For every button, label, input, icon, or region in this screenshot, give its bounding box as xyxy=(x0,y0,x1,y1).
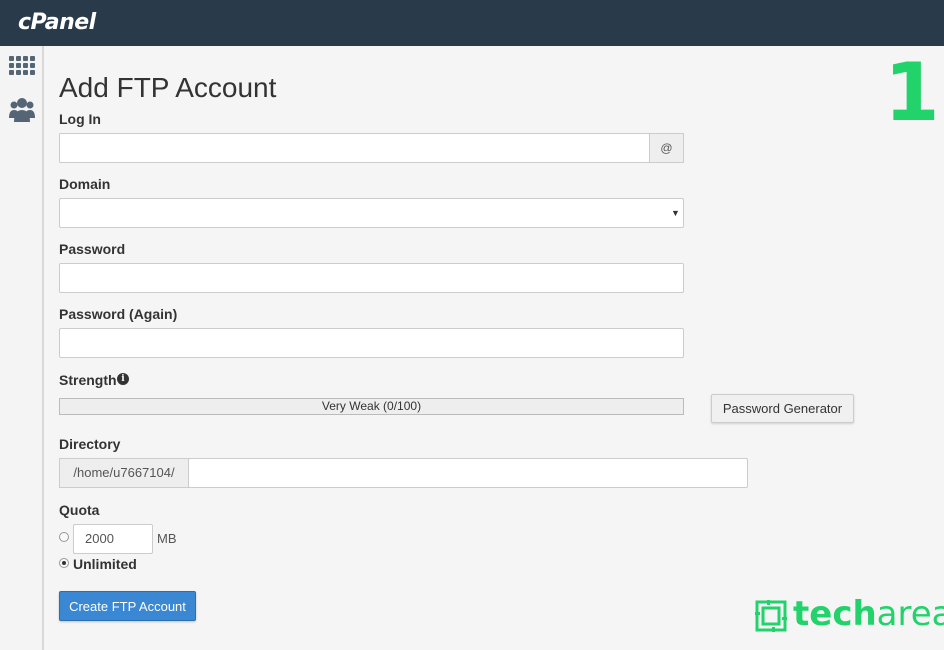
sidebar xyxy=(0,46,44,650)
strength-meter: Very Weak (0/100) xyxy=(59,398,684,415)
directory-prefix: /home/u7667104/ xyxy=(59,458,189,488)
domain-select[interactable] xyxy=(59,198,684,228)
strength-label: Strength xyxy=(59,372,117,388)
quota-input[interactable]: 2000 xyxy=(73,524,153,554)
grid-icon[interactable] xyxy=(9,56,35,76)
directory-input[interactable] xyxy=(188,458,748,488)
at-addon: @ xyxy=(649,133,684,163)
domain-label: Domain xyxy=(59,176,111,192)
password-again-input[interactable] xyxy=(59,328,684,358)
step-number: 1 xyxy=(884,46,940,139)
techarea-logo-icon xyxy=(755,600,787,632)
cpanel-logo[interactable]: cPanel xyxy=(18,10,96,35)
password-label: Password xyxy=(59,241,126,257)
login-input[interactable] xyxy=(59,133,650,163)
password-again-label: Password (Again) xyxy=(59,306,178,322)
users-icon[interactable] xyxy=(9,96,35,124)
quota-label: Quota xyxy=(59,502,100,518)
unlimited-label[interactable]: Unlimited xyxy=(73,556,137,572)
password-input[interactable] xyxy=(59,263,684,293)
quota-unit: MB xyxy=(157,531,177,546)
top-bar: cPanel xyxy=(0,0,944,46)
password-generator-button[interactable]: Password Generator xyxy=(711,394,854,423)
page-title: Add FTP Account xyxy=(59,72,277,103)
quota-unlimited-radio[interactable] xyxy=(59,558,69,568)
directory-label: Directory xyxy=(59,436,121,452)
chevron-down-icon: ▼ xyxy=(671,208,680,218)
login-label: Log In xyxy=(59,111,101,127)
info-icon[interactable]: i xyxy=(117,373,129,385)
create-ftp-account-button[interactable]: Create FTP Account xyxy=(59,591,196,621)
techarea-wordmark: techarea xyxy=(793,594,944,634)
quota-limited-radio[interactable] xyxy=(59,532,69,542)
